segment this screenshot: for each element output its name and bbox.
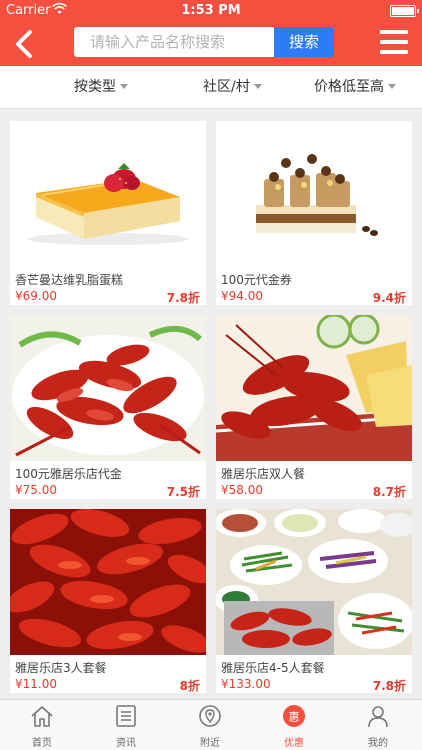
product-price: ¥75.00 bbox=[15, 483, 57, 497]
product-discount: 8折 bbox=[179, 679, 200, 693]
tab-nearby[interactable]: 附近 bbox=[168, 700, 252, 750]
tab-discount-label: 优惠 bbox=[284, 738, 304, 749]
svg-text:惠: 惠 bbox=[289, 710, 300, 724]
filter-community[interactable]: 社区/村 bbox=[203, 66, 262, 109]
product-grid: 香芒曼达维乳脂蛋糕 ¥69.00 7.8折 100元代金券 ¥94.00 9.4… bbox=[0, 109, 422, 699]
filter-community-label: 社区/村 bbox=[203, 79, 250, 95]
back-button[interactable] bbox=[8, 26, 40, 62]
status-bar: Carrier 1:53 PM bbox=[0, 0, 422, 22]
home-icon bbox=[31, 706, 53, 727]
profile-icon bbox=[368, 706, 388, 728]
product-image-mango-cake bbox=[10, 121, 206, 267]
tab-nearby-label: 附近 bbox=[200, 738, 220, 749]
product-card[interactable]: 雅居乐店双人餐 ¥58.00 8.7折 bbox=[216, 315, 412, 499]
caret-down-icon bbox=[120, 83, 128, 89]
product-image-crayfish-pile bbox=[10, 509, 206, 655]
nav-bar: 请输入产品名称搜索 搜索 bbox=[0, 22, 422, 66]
tab-home-label: 首页 bbox=[32, 738, 52, 749]
product-image-crayfish-plate bbox=[10, 315, 206, 461]
product-discount: 7.8折 bbox=[166, 291, 200, 305]
product-card[interactable]: 雅居乐店4-5人套餐 ¥133.00 7.8折 bbox=[216, 509, 412, 693]
product-name: 雅居乐店双人餐 bbox=[221, 467, 306, 481]
product-image-dessert bbox=[216, 121, 412, 267]
product-price: ¥69.00 bbox=[15, 289, 57, 303]
product-price: ¥133.00 bbox=[221, 677, 271, 691]
product-discount: 7.8折 bbox=[372, 679, 406, 693]
location-icon bbox=[199, 705, 221, 727]
search-input[interactable]: 请输入产品名称搜索 bbox=[74, 27, 274, 57]
caret-down-icon bbox=[388, 83, 396, 89]
tab-discount[interactable]: 惠 优惠 bbox=[252, 700, 336, 750]
product-name: 雅居乐店4-5人套餐 bbox=[221, 661, 325, 675]
menu-icon[interactable] bbox=[380, 30, 408, 54]
product-card[interactable]: 100元雅居乐店代金 ¥75.00 7.5折 bbox=[10, 315, 206, 499]
filter-price-sort[interactable]: 价格低至高 bbox=[314, 66, 396, 109]
tab-bar: 首页 资讯 附近 惠 优惠 我的 bbox=[0, 699, 422, 750]
search-button[interactable]: 搜索 bbox=[274, 27, 334, 57]
product-name: 100元雅居乐店代金 bbox=[15, 467, 122, 481]
product-name: 香芒曼达维乳脂蛋糕 bbox=[15, 273, 124, 287]
back-arrow-icon bbox=[16, 30, 32, 58]
clock: 1:53 PM bbox=[181, 3, 241, 18]
product-card[interactable]: 香芒曼达维乳脂蛋糕 ¥69.00 7.8折 bbox=[10, 121, 206, 305]
battery-icon bbox=[390, 5, 419, 17]
product-name: 雅居乐店3人套餐 bbox=[15, 661, 107, 675]
tab-news-label: 资讯 bbox=[116, 738, 136, 749]
product-price: ¥58.00 bbox=[221, 483, 263, 497]
product-name: 100元代金券 bbox=[221, 273, 292, 287]
tab-profile[interactable]: 我的 bbox=[336, 700, 420, 750]
product-price: ¥11.00 bbox=[15, 677, 57, 691]
news-icon bbox=[116, 705, 136, 727]
discount-icon: 惠 bbox=[283, 705, 305, 727]
filter-type[interactable]: 按类型 bbox=[74, 66, 128, 109]
filter-price-label: 价格低至高 bbox=[314, 79, 384, 95]
product-image-crayfish-chips bbox=[216, 315, 412, 461]
tab-news[interactable]: 资讯 bbox=[84, 700, 168, 750]
tab-profile-label: 我的 bbox=[368, 738, 388, 749]
filter-bar: 按类型 社区/村 价格低至高 bbox=[0, 66, 422, 109]
product-discount: 8.7折 bbox=[372, 485, 406, 499]
product-image-set-meal bbox=[216, 509, 412, 655]
caret-down-icon bbox=[253, 83, 262, 89]
tab-home[interactable]: 首页 bbox=[0, 700, 84, 750]
product-price: ¥94.00 bbox=[221, 289, 263, 303]
product-discount: 9.4折 bbox=[372, 291, 406, 305]
product-card[interactable]: 100元代金券 ¥94.00 9.4折 bbox=[216, 121, 412, 305]
filter-type-label: 按类型 bbox=[74, 79, 116, 95]
product-card[interactable]: 雅居乐店3人套餐 ¥11.00 8折 bbox=[10, 509, 206, 693]
product-discount: 7.5折 bbox=[166, 485, 200, 499]
